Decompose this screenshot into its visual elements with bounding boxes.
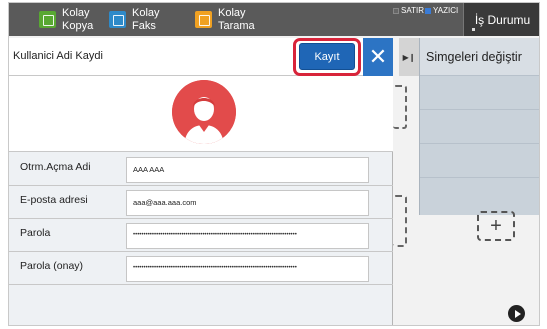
panel-toggle-tab[interactable]: ▶❙ (399, 38, 419, 76)
easy-fax-line1: Kolay (132, 7, 160, 19)
email-field[interactable]: aaa@aaa.aaa.com (126, 190, 369, 216)
satir-indicator-icon (393, 7, 399, 14)
easy-fax-tile[interactable]: Kolay Faks (109, 5, 160, 35)
status-legend-satir: SATIR (393, 6, 424, 15)
status-legend-yazici: YAZICI (425, 6, 458, 15)
password-row: Parola •••••••••••••••••••••••••••••••••… (9, 219, 393, 252)
change-symbols-title[interactable]: Simgeleri değiştir (420, 38, 539, 76)
email-label: E-posta adresi (20, 194, 88, 206)
login-name-field[interactable]: AAA AAA (126, 157, 369, 183)
password-label: Parola (20, 227, 51, 239)
save-button[interactable]: Kayıt (299, 43, 355, 70)
copy-icon (39, 11, 56, 28)
easy-fax-line2: Faks (132, 20, 156, 32)
yazici-indicator-icon (425, 7, 431, 14)
easy-copy-line1: Kolay (62, 7, 90, 19)
plus-icon: + (490, 214, 502, 237)
password-confirm-label: Parola (onay) (20, 260, 84, 272)
panel-toggle-icon: ▶❙ (402, 52, 416, 62)
add-shortcut-button[interactable]: + (477, 211, 515, 241)
touch-screen: Kolay Kopya Kolay Faks Kolay Tarama SATI… (8, 2, 540, 326)
dialog-title: Kullanici Adi Kaydi (13, 50, 103, 62)
symbol-row[interactable] (420, 110, 539, 144)
password-confirm-field[interactable]: ••••••••••••••••••••••••••••••••••••••••… (126, 256, 369, 282)
user-registration-dialog: Kullanici Adi Kaydi Kayıt ✕ Otrm.Açma Ad… (9, 38, 393, 325)
symbol-row[interactable] (420, 76, 539, 110)
login-name-label: Otrm.Açma Adi (20, 161, 91, 173)
easy-scan-line2: Tarama (218, 20, 255, 32)
empty-slot (393, 195, 407, 247)
yazici-label: YAZICI (433, 6, 459, 15)
dialog-header: Kullanici Adi Kaydi Kayıt ✕ (9, 38, 393, 76)
user-avatar-icon (172, 80, 236, 144)
change-symbols-panel: Simgeleri değiştir (419, 38, 539, 215)
job-status-button[interactable]: İş Durumu (463, 3, 539, 36)
password-field[interactable]: ••••••••••••••••••••••••••••••••••••••••… (126, 223, 369, 249)
easy-scan-line1: Kolay (218, 7, 246, 19)
easy-copy-tile[interactable]: Kolay Kopya (39, 5, 93, 35)
password-confirm-row: Parola (onay) ••••••••••••••••••••••••••… (9, 252, 393, 285)
job-status-label: İş Durumu (474, 12, 531, 27)
next-page-icon[interactable] (508, 305, 525, 322)
empty-slot (393, 85, 407, 129)
login-name-row: Otrm.Açma Adi AAA AAA (9, 153, 393, 186)
easy-scan-tile[interactable]: Kolay Tarama (195, 5, 255, 35)
scan-icon (195, 11, 212, 28)
easy-copy-line2: Kopya (62, 20, 94, 32)
satir-label: SATIR (401, 6, 424, 15)
email-row: E-posta adresi aaa@aaa.aaa.com (9, 186, 393, 219)
fax-icon (109, 11, 126, 28)
device-frame: Kolay Kopya Kolay Faks Kolay Tarama SATI… (0, 0, 547, 329)
symbol-row[interactable] (420, 144, 539, 178)
close-icon[interactable]: ✕ (363, 38, 393, 76)
avatar[interactable] (172, 80, 236, 144)
top-bar: Kolay Kopya Kolay Faks Kolay Tarama SATI… (9, 3, 539, 36)
